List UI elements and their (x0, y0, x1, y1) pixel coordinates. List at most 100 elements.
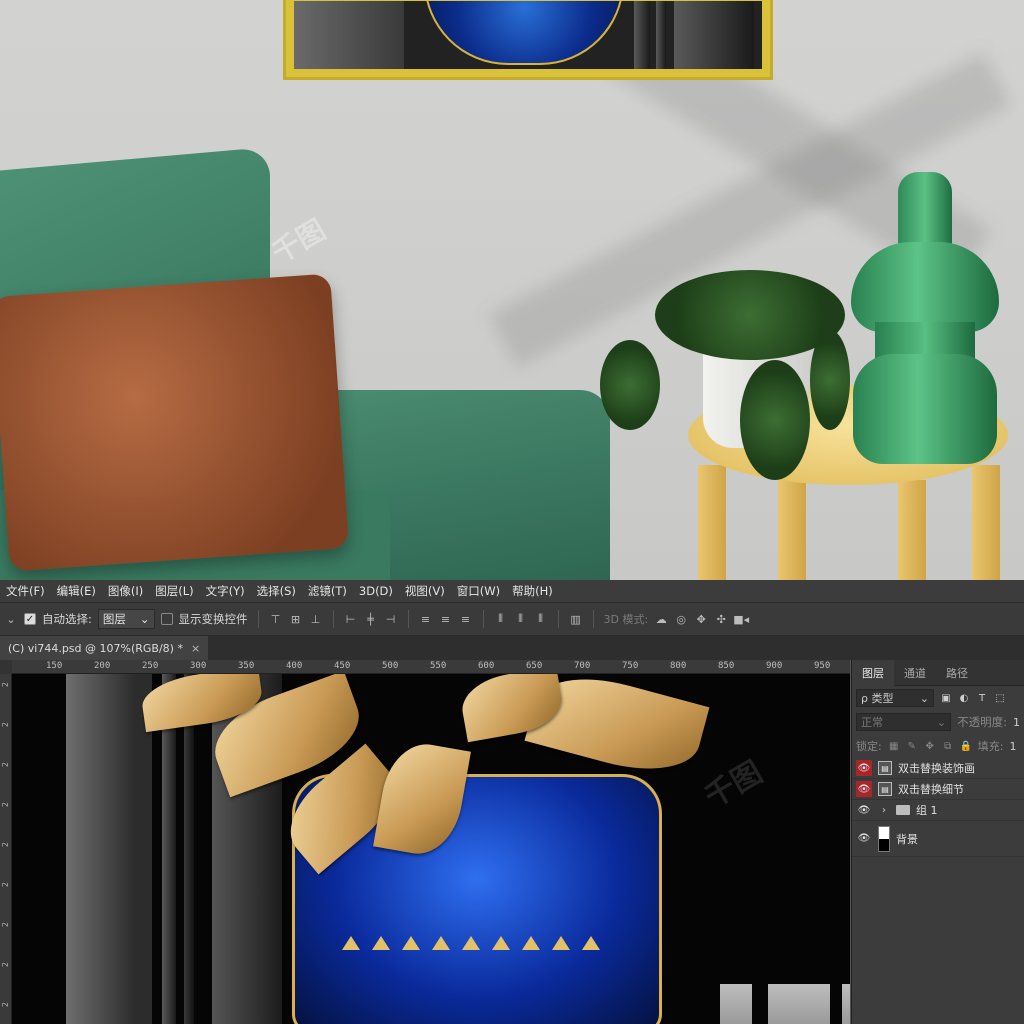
3d-slide-icon[interactable]: ✣ (714, 612, 728, 626)
menu-edit[interactable]: 编辑(E) (51, 583, 102, 599)
gold-ornament (492, 936, 510, 950)
lock-all-icon[interactable]: 🔒 (960, 740, 972, 752)
ruler-tick-label: 2 (1, 802, 10, 808)
ruler-tick-label: 750 (622, 661, 639, 671)
3d-orbit-icon[interactable]: ☁ (654, 612, 668, 626)
menu-type[interactable]: 文字(Y) (200, 583, 251, 599)
pixel-filter-icon[interactable]: ▣ (940, 692, 952, 704)
canvas-gray-stripe (66, 674, 152, 1024)
adjustment-filter-icon[interactable]: ◐ (958, 692, 970, 704)
distribute-right-icon[interactable]: ⦀ (534, 612, 548, 626)
horizontal-ruler[interactable]: 150 200 250 300 350 400 450 500 550 600 650 700 750 8… (12, 660, 850, 674)
layer-row[interactable]: 👁 ▤ 双击替换装饰画 (852, 758, 1024, 779)
ruler-tick-label: 350 (238, 661, 255, 671)
canvas-gray-block (842, 984, 850, 1024)
align-bottom-icon[interactable]: ⊥ (309, 612, 323, 626)
layer-row[interactable]: 👁 › 组 1 (852, 800, 1024, 821)
layer-name: 双击替换装饰画 (898, 762, 975, 775)
vertical-ruler[interactable]: 2 2 2 2 2 2 2 2 2 (0, 674, 12, 1024)
menu-help[interactable]: 帮助(H) (506, 583, 559, 599)
gold-ornament (522, 936, 540, 950)
layer-row[interactable]: 👁 背景 (852, 821, 1024, 857)
canvas-gray-block (768, 984, 830, 1024)
ruler-tick-label: 2 (1, 882, 10, 888)
tool-preset-chevron-icon[interactable]: ⌄ (4, 612, 18, 626)
lock-image-icon[interactable]: ✎ (906, 740, 918, 752)
options-bar: ⌄ ✓ 自动选择: 图层 ⌄ 显示变换控件 ⊤ ⊞ ⊥ ⊢ ╪ ⊣ ≡ ≡ ≡ ⦀… (0, 602, 1024, 636)
tab-channels[interactable]: 通道 (894, 660, 936, 686)
frame-stripe (674, 1, 754, 69)
gold-ornament (552, 936, 570, 950)
layer-name: 双击替换细节 (898, 783, 964, 796)
vase-neck (898, 172, 952, 252)
type-filter-icon[interactable]: T (976, 692, 988, 704)
show-transform-checkbox[interactable] (160, 613, 173, 625)
table-leg (778, 480, 806, 580)
menu-layer[interactable]: 图层(L) (149, 583, 199, 599)
eye-icon[interactable]: 👁 (856, 781, 872, 797)
blend-mode-dropdown[interactable]: 正常 ⌄ (856, 713, 952, 731)
align-left-icon[interactable]: ⊢ (344, 612, 358, 626)
vase-upper-body (851, 242, 999, 332)
chevron-right-icon[interactable]: › (878, 804, 890, 816)
layer-filter-row: ρ 类型 ⌄ ▣ ◐ T ⬚ (852, 686, 1024, 710)
menu-image[interactable]: 图像(I) (102, 583, 149, 599)
menu-file[interactable]: 文件(F) (0, 583, 51, 599)
menu-select[interactable]: 选择(S) (251, 583, 302, 599)
document-tab[interactable]: (C) vi744.psd @ 107%(RGB/8) * × (0, 636, 209, 660)
menu-filter[interactable]: 滤镜(T) (302, 583, 353, 599)
distribute-bottom-icon[interactable]: ≡ (459, 612, 473, 626)
menu-window[interactable]: 窗口(W) (451, 583, 506, 599)
auto-select-dropdown[interactable]: 图层 ⌄ (97, 609, 155, 629)
align-top-icon[interactable]: ⊤ (269, 612, 283, 626)
frame-artwork (294, 1, 762, 69)
3d-scale-icon[interactable]: ■◂ (733, 612, 749, 626)
shape-filter-icon[interactable]: ⬚ (994, 692, 1006, 704)
eye-icon[interactable]: 👁 (856, 760, 872, 776)
frame-stripe (634, 1, 650, 69)
eye-icon[interactable]: 👁 (856, 831, 872, 847)
document-tab-title: (C) vi744.psd @ 107%(RGB/8) * (8, 641, 183, 655)
lock-transparent-icon[interactable]: ▦ (888, 740, 900, 752)
distribute-vcenter-icon[interactable]: ≡ (439, 612, 453, 626)
lock-artboard-icon[interactable]: ⧉ (942, 740, 954, 752)
3d-pan-icon[interactable]: ✥ (694, 612, 708, 626)
layer-name: 背景 (896, 832, 918, 846)
ruler-tick-label: 800 (670, 661, 687, 671)
distribute-left-icon[interactable]: ⦀ (494, 612, 508, 626)
menu-3d[interactable]: 3D(D) (353, 584, 399, 598)
ruler-tick-label: 650 (526, 661, 543, 671)
table-leg (698, 465, 726, 580)
green-ceramic-vase (851, 172, 999, 464)
ruler-tick-label: 2 (1, 922, 10, 928)
align-right-icon[interactable]: ⊣ (384, 612, 398, 626)
distribute-hcenter-icon[interactable]: ⦀ (514, 612, 528, 626)
3d-roll-icon[interactable]: ◎ (674, 612, 688, 626)
align-hcenter-icon[interactable]: ╪ (364, 612, 378, 626)
ruler-tick-label: 150 (46, 661, 63, 671)
fill-value[interactable]: 1 (1009, 740, 1016, 753)
document-canvas[interactable] (12, 674, 850, 1024)
eye-icon[interactable]: 👁 (856, 802, 872, 818)
background-thumbnail (878, 825, 890, 852)
tab-paths[interactable]: 路径 (936, 660, 978, 686)
layer-filter-dropdown[interactable]: ρ 类型 ⌄ (856, 689, 934, 707)
layer-row[interactable]: 👁 ▤ 双击替换细节 (852, 779, 1024, 800)
opacity-value[interactable]: 1 (1013, 716, 1020, 729)
smart-object-icon: ▤ (878, 761, 892, 775)
ruler-origin[interactable] (0, 660, 12, 674)
align-vcenter-icon[interactable]: ⊞ (289, 612, 303, 626)
menu-view[interactable]: 视图(V) (399, 583, 451, 599)
ruler-tick-label: 2 (1, 842, 10, 848)
auto-select-checkbox[interactable]: ✓ (24, 613, 36, 625)
vase-lower-body (853, 354, 997, 464)
tab-layers[interactable]: 图层 (852, 659, 894, 686)
ruler-tick-label: 2 (1, 962, 10, 968)
blend-opacity-row: 正常 ⌄ 不透明度: 1 (852, 710, 1024, 734)
lock-position-icon[interactable]: ✥ (924, 740, 936, 752)
distribute-top-icon[interactable]: ≡ (419, 612, 433, 626)
show-transform-label: 显示变换控件 (178, 612, 248, 626)
ruler-tick-label: 200 (94, 661, 111, 671)
close-icon[interactable]: × (191, 642, 200, 655)
auto-align-icon[interactable]: ▥ (569, 612, 583, 626)
